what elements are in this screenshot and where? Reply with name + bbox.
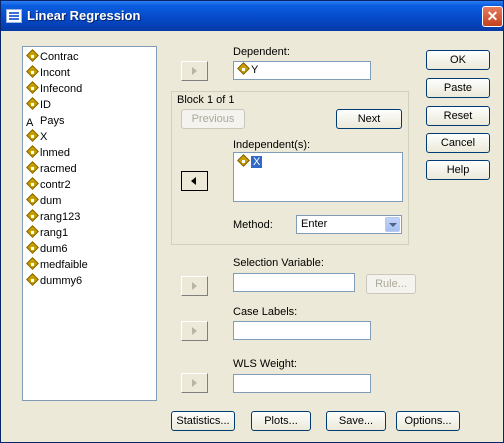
scale-variable-icon (26, 50, 38, 62)
case-labels-arrow-button[interactable] (181, 321, 208, 341)
variable-label: contr2 (40, 179, 71, 191)
variable-item[interactable]: rang123 (26, 210, 80, 225)
variable-label: dum (40, 195, 62, 207)
arrow-right-icon (192, 327, 197, 335)
variable-item[interactable]: dum6 (26, 242, 68, 257)
help-button[interactable]: Help (426, 160, 490, 180)
scale-variable-icon (26, 210, 38, 222)
dependent-value: Y (251, 64, 259, 76)
scale-variable-icon (26, 258, 38, 270)
method-value: Enter (301, 218, 328, 230)
variable-label: racmed (40, 163, 77, 175)
variable-label: lnmed (40, 147, 70, 159)
variable-label: rang1 (40, 227, 69, 239)
variable-label: dummy6 (40, 275, 83, 287)
variable-item[interactable]: ID (26, 98, 51, 113)
scale-variable-icon (237, 63, 249, 75)
dependent-arrow-button[interactable] (181, 61, 208, 81)
variable-label: medfaible (40, 259, 88, 271)
wls-label: WLS Weight: (233, 358, 297, 370)
variable-label: rang123 (40, 211, 81, 223)
variable-item[interactable]: Infecond (26, 82, 82, 97)
dependent-field[interactable]: Y (233, 61, 371, 80)
app-icon (6, 9, 22, 23)
dependent-label: Dependent: (233, 46, 290, 58)
selection-arrow-button[interactable] (181, 276, 208, 296)
independents-arrow-button[interactable] (181, 171, 208, 191)
independents-label: Independent(s): (233, 139, 311, 151)
reset-button[interactable]: Reset (426, 106, 490, 126)
options-button[interactable]: Options... (396, 411, 460, 431)
next-button[interactable]: Next (336, 109, 402, 129)
case-labels-field[interactable] (233, 321, 371, 340)
variable-label: ID (40, 99, 51, 111)
plots-button[interactable]: Plots... (251, 411, 311, 431)
variable-label: X (40, 131, 48, 143)
variable-label: Contrac (40, 51, 79, 63)
independent-item[interactable]: X (237, 155, 263, 169)
paste-button[interactable]: Paste (426, 78, 490, 98)
statistics-button[interactable]: Statistics... (171, 411, 235, 431)
close-button[interactable]: ✕ (482, 6, 503, 27)
variable-item[interactable]: medfaible (26, 258, 88, 273)
scale-variable-icon (26, 226, 38, 238)
scale-variable-icon (26, 82, 38, 94)
scale-variable-icon (26, 98, 38, 110)
rule-button[interactable]: Rule... (366, 274, 416, 294)
cancel-button[interactable]: Cancel (426, 133, 490, 153)
scale-variable-icon (26, 66, 38, 78)
chevron-down-icon[interactable] (385, 217, 400, 232)
scale-variable-icon (26, 194, 38, 206)
variable-label: Pays (40, 115, 65, 127)
linear-regression-dialog: Linear Regression ✕ Contrac Incont Infecon… (0, 0, 504, 443)
title-bar[interactable]: Linear Regression ✕ (1, 1, 503, 31)
variable-list[interactable]: Contrac Incont Infecond ID A Pays Xlnmed racmed… (22, 46, 157, 401)
selection-label: Selection Variable: (233, 257, 324, 269)
variable-item[interactable]: lnmed (26, 146, 70, 161)
arrow-left-icon (191, 177, 196, 185)
save-button[interactable]: Save... (326, 411, 386, 431)
string-variable-icon: A (26, 117, 34, 129)
window-title: Linear Regression (27, 8, 141, 23)
variable-item[interactable]: Contrac (26, 50, 79, 65)
scale-variable-icon (26, 178, 38, 190)
method-select[interactable]: Enter (296, 215, 402, 234)
variable-item[interactable]: contr2 (26, 178, 71, 193)
variable-label: dum6 (40, 243, 68, 255)
scale-variable-icon (26, 146, 38, 158)
scale-variable-icon (26, 274, 38, 286)
variable-item[interactable]: A Pays (26, 114, 64, 129)
scale-variable-icon (26, 130, 38, 142)
wls-field[interactable] (233, 374, 371, 393)
scale-variable-icon (26, 162, 38, 174)
variable-label: Infecond (40, 83, 83, 95)
ok-button[interactable]: OK (426, 50, 490, 70)
variable-item[interactable]: racmed (26, 162, 77, 177)
selection-field[interactable] (233, 273, 355, 292)
variable-item[interactable]: X (26, 130, 47, 145)
variable-item[interactable]: dum (26, 194, 61, 209)
arrow-right-icon (192, 282, 197, 290)
variable-label: Incont (40, 67, 70, 79)
previous-button[interactable]: Previous (181, 109, 245, 129)
arrow-right-icon (192, 379, 197, 387)
block-label: Block 1 of 1 (177, 94, 235, 106)
method-label: Method: (233, 219, 273, 231)
variable-item[interactable]: dummy6 (26, 274, 82, 289)
wls-arrow-button[interactable] (181, 373, 208, 393)
scale-variable-icon (237, 155, 249, 167)
variable-item[interactable]: Incont (26, 66, 70, 81)
case-labels-label: Case Labels: (233, 306, 298, 318)
scale-variable-icon (26, 242, 38, 254)
independents-list[interactable]: X (233, 152, 403, 202)
variable-item[interactable]: rang1 (26, 226, 68, 241)
arrow-right-icon (192, 67, 197, 75)
